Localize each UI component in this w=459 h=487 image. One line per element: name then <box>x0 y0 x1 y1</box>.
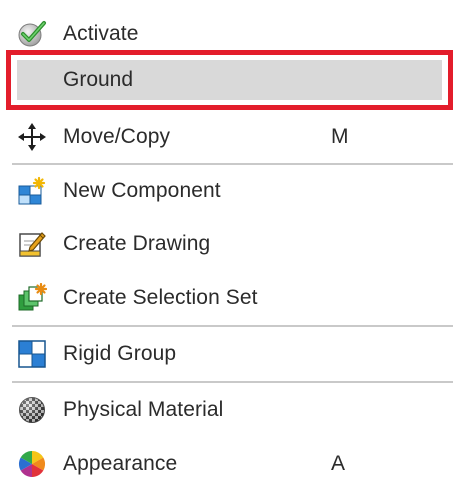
menu-item-label: Create Selection Set <box>63 286 258 309</box>
menu-item-move-copy[interactable]: Move/Copy M <box>0 114 459 160</box>
appearance-icon <box>16 448 48 480</box>
menu-item-new-component[interactable]: New Component <box>0 168 459 214</box>
menu-item-label: Activate <box>63 22 139 45</box>
create-drawing-icon <box>16 228 48 260</box>
menu-divider <box>12 325 453 327</box>
new-component-icon <box>16 175 48 207</box>
menu-item-create-selection-set[interactable]: Create Selection Set <box>0 275 459 321</box>
menu-item-appearance[interactable]: Appearance A <box>0 441 459 487</box>
move-arrows-icon <box>16 121 48 153</box>
physical-material-icon <box>16 394 48 426</box>
menu-divider <box>12 163 453 165</box>
menu-item-label: Ground <box>63 68 134 91</box>
menu-item-ground[interactable]: Ground <box>6 50 453 110</box>
context-menu: Activate Ground Move/Copy M New Componen… <box>0 0 459 478</box>
menu-item-physical-material[interactable]: Physical Material <box>0 387 459 433</box>
rigid-group-icon <box>16 338 48 370</box>
shortcut-key: M <box>331 125 349 148</box>
shortcut-key: A <box>331 452 346 475</box>
menu-item-rigid-group[interactable]: Rigid Group <box>0 331 459 377</box>
menu-item-label: Move/Copy <box>63 125 171 148</box>
menu-item-label: Rigid Group <box>63 342 177 365</box>
checkmark-circle-icon <box>16 18 48 50</box>
menu-item-label: Appearance <box>63 452 178 475</box>
menu-item-label: Physical Material <box>63 398 224 421</box>
selection-set-icon <box>16 282 48 314</box>
menu-item-label: New Component <box>63 179 221 202</box>
menu-item-label: Create Drawing <box>63 232 211 255</box>
menu-divider <box>12 381 453 383</box>
menu-item-create-drawing[interactable]: Create Drawing <box>0 221 459 267</box>
